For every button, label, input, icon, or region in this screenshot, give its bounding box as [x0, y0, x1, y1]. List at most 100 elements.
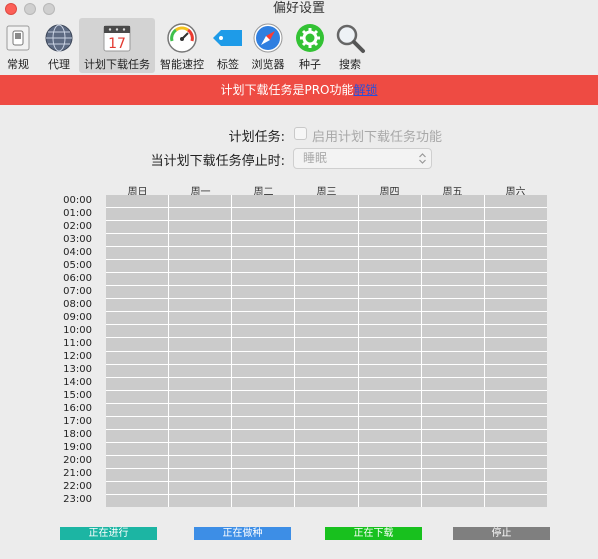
schedule-cell[interactable]	[421, 481, 484, 494]
schedule-cell[interactable]	[232, 338, 295, 351]
schedule-cell[interactable]	[169, 429, 232, 442]
toolbar-item-tags[interactable]: 标签	[213, 18, 242, 73]
schedule-cell[interactable]	[295, 468, 358, 481]
hour-label[interactable]: 04:00	[58, 247, 92, 258]
enable-schedule-checkbox-label[interactable]: 启用计划下载任务功能	[312, 126, 442, 145]
schedule-cell[interactable]	[169, 403, 232, 416]
schedule-cell[interactable]	[169, 442, 232, 455]
schedule-cell[interactable]	[232, 234, 295, 247]
schedule-cell[interactable]	[421, 351, 484, 364]
schedule-cell[interactable]	[232, 247, 295, 260]
schedule-cell[interactable]	[358, 429, 421, 442]
schedule-cell[interactable]	[421, 377, 484, 390]
schedule-cell[interactable]	[106, 221, 169, 234]
schedule-cell[interactable]	[295, 481, 358, 494]
schedule-cell[interactable]	[484, 312, 547, 325]
schedule-cell[interactable]	[106, 455, 169, 468]
schedule-cell[interactable]	[169, 364, 232, 377]
schedule-cell[interactable]	[358, 377, 421, 390]
schedule-cell[interactable]	[169, 494, 232, 507]
schedule-cell[interactable]	[169, 468, 232, 481]
schedule-cell[interactable]	[484, 221, 547, 234]
schedule-cell[interactable]	[295, 325, 358, 338]
schedule-cell[interactable]	[484, 468, 547, 481]
schedule-cell[interactable]	[232, 390, 295, 403]
schedule-cell[interactable]	[106, 247, 169, 260]
schedule-cell[interactable]	[295, 364, 358, 377]
schedule-cell[interactable]	[421, 442, 484, 455]
schedule-cell[interactable]	[169, 208, 232, 221]
schedule-cell[interactable]	[169, 221, 232, 234]
schedule-cell[interactable]	[484, 455, 547, 468]
schedule-cell[interactable]	[232, 208, 295, 221]
zoom-window-button[interactable]	[43, 3, 55, 15]
schedule-cell[interactable]	[169, 312, 232, 325]
schedule-cell[interactable]	[484, 208, 547, 221]
schedule-cell[interactable]	[358, 247, 421, 260]
schedule-cell[interactable]	[421, 195, 484, 208]
schedule-cell[interactable]	[421, 364, 484, 377]
schedule-cell[interactable]	[106, 377, 169, 390]
schedule-cell[interactable]	[295, 195, 358, 208]
schedule-cell[interactable]	[232, 195, 295, 208]
schedule-grid[interactable]	[106, 195, 547, 507]
schedule-cell[interactable]	[358, 273, 421, 286]
schedule-cell[interactable]	[295, 390, 358, 403]
schedule-cell[interactable]	[358, 468, 421, 481]
schedule-cell[interactable]	[484, 325, 547, 338]
schedule-cell[interactable]	[358, 403, 421, 416]
close-window-button[interactable]	[5, 3, 17, 15]
schedule-cell[interactable]	[421, 299, 484, 312]
schedule-cell[interactable]	[106, 273, 169, 286]
schedule-cell[interactable]	[169, 351, 232, 364]
hour-label[interactable]: 00:00	[58, 195, 92, 206]
schedule-cell[interactable]	[169, 455, 232, 468]
schedule-cell[interactable]	[358, 455, 421, 468]
schedule-cell[interactable]	[295, 234, 358, 247]
schedule-cell[interactable]	[421, 260, 484, 273]
schedule-cell[interactable]	[106, 299, 169, 312]
schedule-cell[interactable]	[106, 429, 169, 442]
schedule-cell[interactable]	[106, 468, 169, 481]
schedule-cell[interactable]	[484, 260, 547, 273]
schedule-cell[interactable]	[106, 403, 169, 416]
hour-label[interactable]: 07:00	[58, 286, 92, 297]
hour-label[interactable]: 20:00	[58, 455, 92, 466]
schedule-cell[interactable]	[295, 312, 358, 325]
schedule-cell[interactable]	[232, 468, 295, 481]
schedule-cell[interactable]	[484, 377, 547, 390]
toolbar-item-proxy[interactable]: 代理	[42, 18, 76, 73]
schedule-cell[interactable]	[421, 234, 484, 247]
schedule-cell[interactable]	[295, 416, 358, 429]
schedule-cell[interactable]	[358, 195, 421, 208]
hour-label[interactable]: 12:00	[58, 351, 92, 362]
schedule-cell[interactable]	[484, 234, 547, 247]
schedule-cell[interactable]	[484, 416, 547, 429]
schedule-cell[interactable]	[169, 286, 232, 299]
hour-label[interactable]: 17:00	[58, 416, 92, 427]
schedule-cell[interactable]	[484, 429, 547, 442]
schedule-cell[interactable]	[484, 481, 547, 494]
schedule-cell[interactable]	[169, 325, 232, 338]
toolbar-item-scheduler[interactable]: 17 计划下载任务	[79, 18, 155, 73]
hour-label[interactable]: 14:00	[58, 377, 92, 388]
schedule-cell[interactable]	[106, 286, 169, 299]
schedule-cell[interactable]	[232, 377, 295, 390]
schedule-cell[interactable]	[169, 247, 232, 260]
schedule-cell[interactable]	[232, 221, 295, 234]
hour-label[interactable]: 22:00	[58, 481, 92, 492]
schedule-cell[interactable]	[484, 195, 547, 208]
schedule-cell[interactable]	[169, 260, 232, 273]
hour-label[interactable]: 10:00	[58, 325, 92, 336]
schedule-cell[interactable]	[358, 208, 421, 221]
schedule-cell[interactable]	[358, 364, 421, 377]
schedule-cell[interactable]	[484, 351, 547, 364]
hour-label[interactable]: 18:00	[58, 429, 92, 440]
schedule-cell[interactable]	[169, 299, 232, 312]
schedule-cell[interactable]	[232, 325, 295, 338]
schedule-cell[interactable]	[232, 286, 295, 299]
schedule-cell[interactable]	[295, 403, 358, 416]
schedule-cell[interactable]	[484, 247, 547, 260]
schedule-cell[interactable]	[106, 416, 169, 429]
schedule-cell[interactable]	[421, 273, 484, 286]
